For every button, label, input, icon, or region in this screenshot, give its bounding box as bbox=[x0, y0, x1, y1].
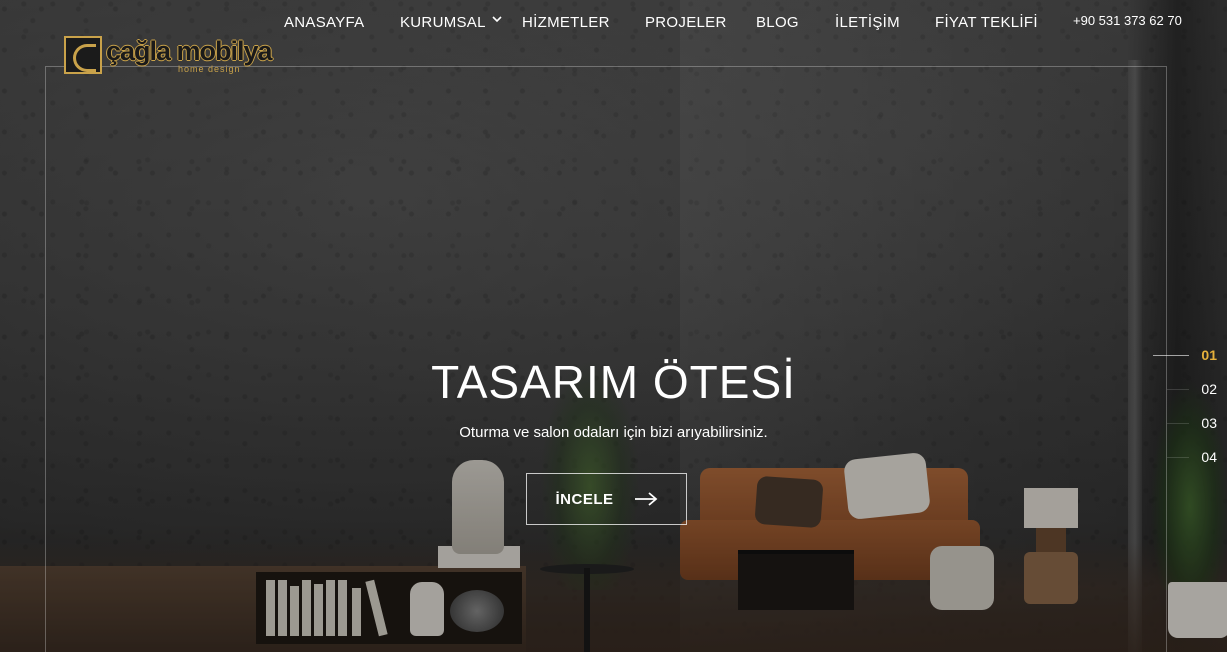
nav-item-iletisim[interactable]: İLETİŞİM bbox=[835, 14, 900, 31]
arrow-right-icon bbox=[634, 492, 657, 506]
nav-item-fiyat-teklifi[interactable]: FİYAT TEKLİFİ bbox=[935, 14, 1038, 31]
logo-subtitle: home design bbox=[178, 64, 241, 74]
logo-text: çağla mobilya bbox=[106, 36, 273, 66]
phone-number[interactable]: +90 531 373 62 70 bbox=[1073, 13, 1182, 28]
nav-item-anasayfa[interactable]: ANASAYFA bbox=[284, 14, 364, 31]
nav-item-hizmetler[interactable]: HİZMETLER bbox=[522, 14, 610, 31]
logo-mark-icon bbox=[64, 36, 102, 74]
slide-indicator-01[interactable]: 01 bbox=[1153, 345, 1217, 365]
nav-item-kurumsal[interactable]: KURUMSAL bbox=[400, 14, 486, 31]
incele-button-label: İNCELE bbox=[555, 490, 614, 508]
site-logo[interactable]: çağla mobilya home design bbox=[64, 34, 276, 78]
slide-indicator-04[interactable]: 04 bbox=[1167, 447, 1217, 467]
hero-subtitle: Oturma ve salon odaları için bizi arıyab… bbox=[459, 424, 768, 441]
nav-item-projeler[interactable]: PROJELER bbox=[645, 14, 727, 31]
hero-background bbox=[0, 0, 1227, 652]
slide-indicator-02[interactable]: 02 bbox=[1167, 379, 1217, 399]
hero-title: TASARIM ÖTESİ bbox=[431, 356, 796, 408]
nav-item-blog[interactable]: BLOG bbox=[756, 14, 799, 31]
chevron-down-icon[interactable] bbox=[492, 14, 502, 24]
slide-indicator-03[interactable]: 03 bbox=[1167, 413, 1217, 433]
incele-button[interactable]: İNCELE bbox=[526, 473, 687, 525]
